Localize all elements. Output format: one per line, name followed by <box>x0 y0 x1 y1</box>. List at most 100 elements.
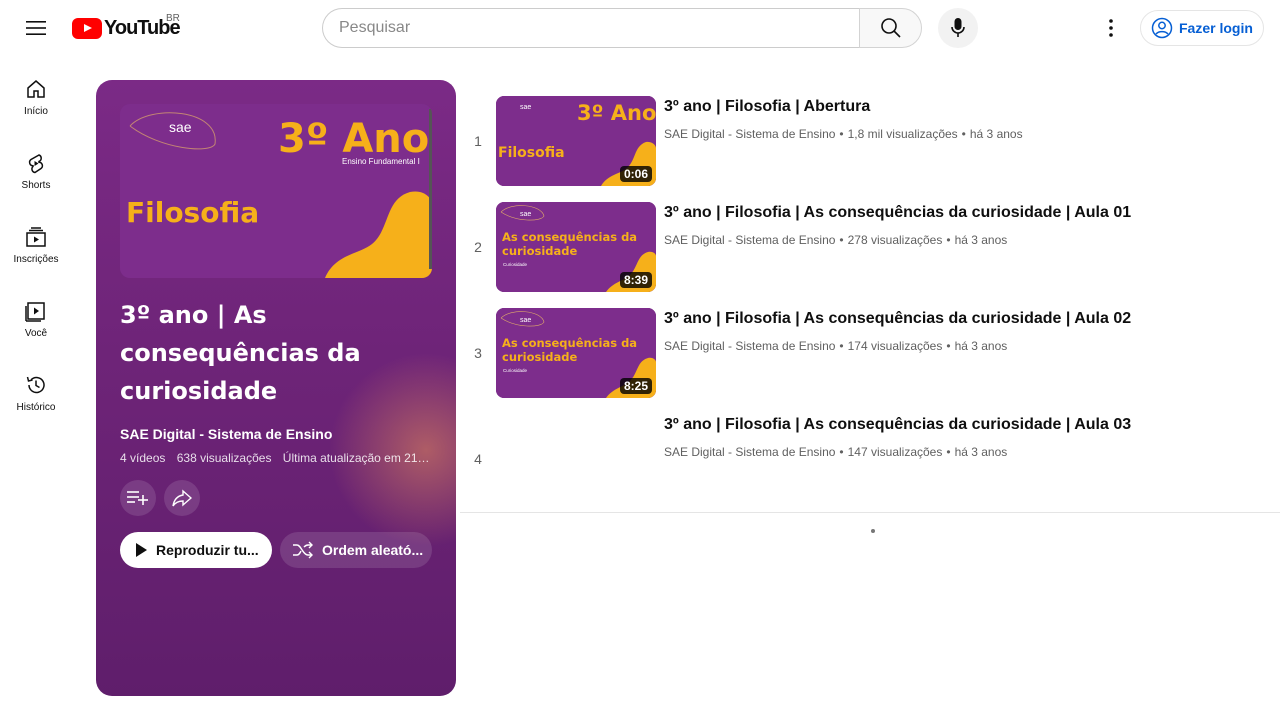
more-vertical-icon <box>1109 19 1113 37</box>
history-icon <box>26 376 45 394</box>
upload-age: há 3 anos <box>954 339 1008 353</box>
playlist-stats: 4 vídeos 638 visualizações Última atuali… <box>120 451 432 465</box>
list-divider <box>460 512 1280 513</box>
video-title[interactable]: 3º ano | Filosofia | As consequências da… <box>664 204 1131 222</box>
sidebar-item-label: Shorts <box>21 180 51 191</box>
view-count: 278 visualizações <box>847 233 943 247</box>
thumb-heading: 3º Ano <box>577 101 656 125</box>
video-thumbnail[interactable]: sae As consequências da curiosidade Curi… <box>496 202 656 292</box>
save-playlist-button[interactable] <box>120 480 156 516</box>
video-title[interactable]: 3º ano | Filosofia | As consequências da… <box>664 310 1131 328</box>
list-item[interactable]: 3 sae As consequências da curiosidade Cu… <box>460 300 1280 406</box>
search-bar: Pesquisar <box>322 8 922 48</box>
country-code: BR <box>166 13 180 24</box>
settings-menu-button[interactable] <box>1091 8 1131 48</box>
shuffle-label: Ordem aleató... <box>322 542 424 558</box>
playlist-thumbnail-art: sae 3º Ano Ensino Fundamental I Filosofi… <box>120 104 432 278</box>
playlist-header-panel: sae 3º Ano Ensino Fundamental I Filosofi… <box>96 80 456 696</box>
thumb-subject: As consequências da curiosidade <box>502 230 638 258</box>
youtube-logo[interactable]: YouTube <box>72 14 181 42</box>
shuffle-button[interactable]: Ordem aleató... <box>280 532 432 568</box>
video-meta: SAE Digital - Sistema de Ensino • 1,8 mil … <box>664 127 1023 141</box>
thumb-subject: As consequências da curiosidade <box>502 336 638 364</box>
svg-text:sae: sae <box>520 211 531 218</box>
last-updated: Última atualização em 21 d... <box>282 451 432 465</box>
video-meta: SAE Digital - Sistema de Ensino • 174 visu… <box>664 339 1008 353</box>
view-count: 147 visualizações <box>847 445 943 459</box>
thumb-subject: Filosofia <box>498 145 565 161</box>
thumb-caption: Curiosidade <box>503 368 528 373</box>
sidebar-item-label: Histórico <box>16 402 56 413</box>
video-duration: 8:25 <box>619 378 652 394</box>
channel-name[interactable]: SAE Digital - Sistema de Ensino <box>664 445 835 459</box>
hamburger-icon <box>26 21 46 35</box>
loading-spinner-icon <box>871 529 875 533</box>
sidebar-item-shorts[interactable]: Shorts <box>4 138 68 212</box>
video-meta: SAE Digital - Sistema de Ensino • 147 visu… <box>664 445 1008 459</box>
upload-age: há 3 anos <box>969 127 1023 141</box>
video-count: 4 vídeos <box>120 451 166 465</box>
play-all-button[interactable]: Reproduzir tu... <box>120 532 272 568</box>
playlist-add-icon <box>127 491 148 505</box>
video-duration: 0:06 <box>619 166 652 182</box>
svg-text:sae: sae <box>520 104 531 111</box>
video-title[interactable]: 3º ano | Filosofia | Abertura <box>664 98 870 116</box>
menu-button[interactable] <box>16 8 56 48</box>
svg-text:sae: sae <box>520 317 531 324</box>
list-item[interactable]: 4 3º ano | Filosofia | As consequências … <box>460 406 1280 512</box>
sidebar-item-subscriptions[interactable]: Inscrições <box>4 212 68 286</box>
video-index: 4 <box>474 451 482 467</box>
thumb-caption: Curiosidade <box>503 262 528 267</box>
voice-search-button[interactable] <box>938 8 978 48</box>
view-count: 1,8 mil visualizações <box>847 127 958 141</box>
sign-in-button[interactable]: Fazer login <box>1140 10 1264 46</box>
sidebar-item-label: Você <box>24 328 48 339</box>
sidebar-item-home[interactable]: Início <box>4 64 68 138</box>
search-button[interactable] <box>859 8 922 48</box>
video-duration: 8:39 <box>619 272 652 288</box>
video-index: 1 <box>474 133 482 149</box>
play-all-label: Reproduzir tu... <box>156 542 259 558</box>
mini-guide: Início Shorts Inscrições Você Histórico <box>4 64 68 434</box>
playlist-owner[interactable]: SAE Digital - Sistema de Ensino <box>120 426 332 442</box>
playlist-title: 3º ano | As consequências da curiosidade <box>120 301 361 405</box>
video-title[interactable]: 3º ano | Filosofia | As consequências da… <box>664 416 1131 434</box>
shorts-icon <box>28 154 44 174</box>
channel-name[interactable]: SAE Digital - Sistema de Ensino <box>664 339 835 353</box>
upload-age: há 3 anos <box>954 233 1008 247</box>
view-count: 638 visualizações <box>176 451 272 465</box>
sign-in-label: Fazer login <box>1179 20 1253 36</box>
subscriptions-icon <box>26 227 46 247</box>
top-bar: YouTube BR Pesquisar Fazer login <box>0 0 1280 56</box>
sidebar-item-label: Inscrições <box>13 254 59 265</box>
video-index: 3 <box>474 345 482 361</box>
microphone-icon <box>951 18 965 37</box>
sidebar-item-label: Início <box>24 106 48 117</box>
view-count: 174 visualizações <box>847 339 943 353</box>
shuffle-icon <box>293 541 313 559</box>
search-icon <box>880 18 901 38</box>
channel-name[interactable]: SAE Digital - Sistema de Ensino <box>664 127 835 141</box>
video-thumbnail[interactable]: sae As consequências da curiosidade Curi… <box>496 308 656 398</box>
you-icon <box>25 302 45 322</box>
video-thumbnail[interactable]: sae 3º Ano Filosofia 0:06 <box>496 96 656 186</box>
hero-subject-text: Filosofia <box>126 196 259 229</box>
share-icon <box>172 489 192 507</box>
playlist-thumbnail[interactable]: sae 3º Ano Ensino Fundamental I Filosofi… <box>120 104 432 278</box>
playlist-video-list: 1 sae 3º Ano Filosofia 0:06 3º ano | Fil… <box>460 88 1280 512</box>
list-item[interactable]: 1 sae 3º Ano Filosofia 0:06 3º ano | Fil… <box>460 88 1280 194</box>
account-icon <box>1151 17 1173 39</box>
hero-heading-text: 3º Ano <box>278 116 429 162</box>
hero-subheading-text: Ensino Fundamental I <box>342 157 420 166</box>
video-thumbnail[interactable] <box>496 414 656 504</box>
search-input[interactable]: Pesquisar <box>322 8 859 48</box>
hero-brand-text: sae <box>169 119 192 135</box>
video-meta: SAE Digital - Sistema de Ensino • 278 visu… <box>664 233 1008 247</box>
list-item[interactable]: 2 sae As consequências da curiosidade Cu… <box>460 194 1280 300</box>
play-icon <box>136 543 147 557</box>
upload-age: há 3 anos <box>954 445 1008 459</box>
channel-name[interactable]: SAE Digital - Sistema de Ensino <box>664 233 835 247</box>
sidebar-item-history[interactable]: Histórico <box>4 360 68 434</box>
sidebar-item-you[interactable]: Você <box>4 286 68 360</box>
share-button[interactable] <box>164 480 200 516</box>
